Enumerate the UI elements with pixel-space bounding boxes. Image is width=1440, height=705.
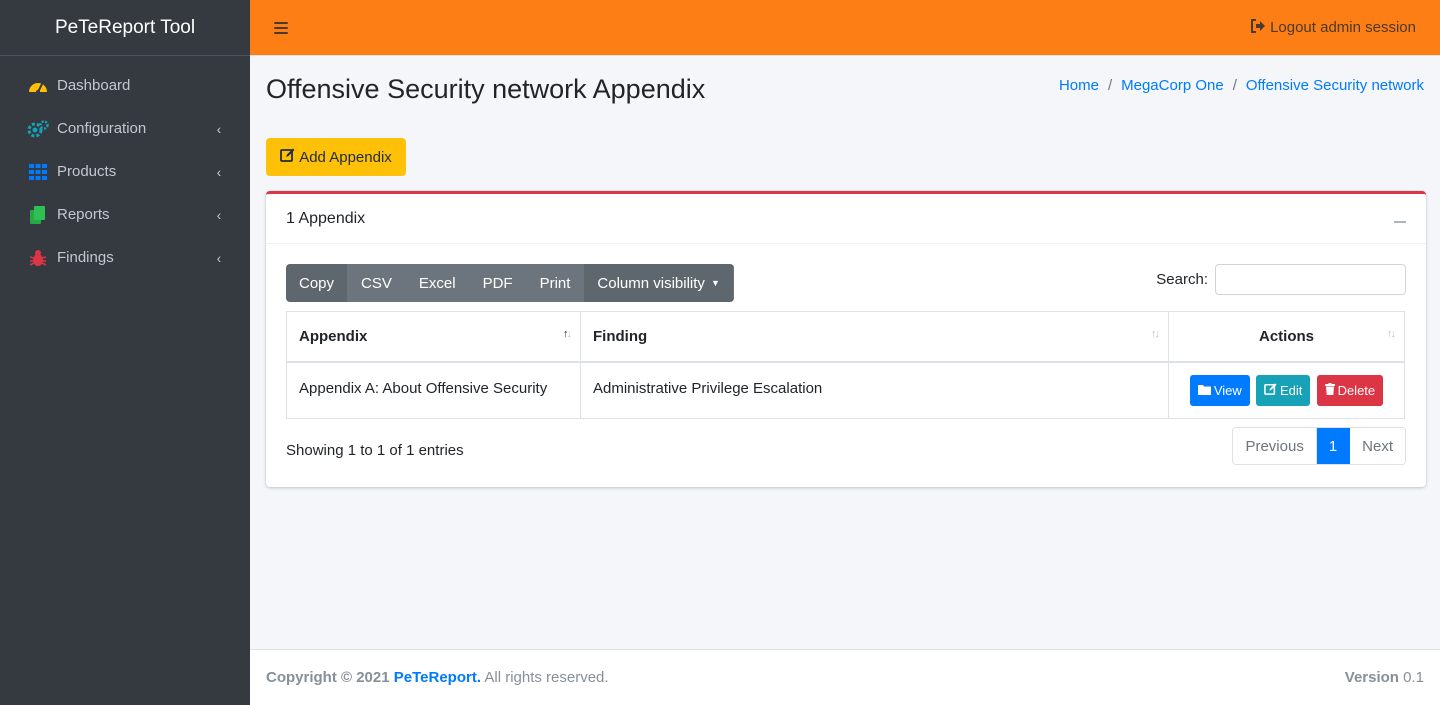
copy-button[interactable]: Copy (286, 264, 349, 302)
sidebar-item-label: Findings (57, 249, 114, 266)
main-content: Offensive Security network Appendix Home… (250, 56, 1440, 649)
print-button[interactable]: Print (526, 264, 585, 302)
sidebar-item-label: Reports (57, 206, 110, 223)
version-info: Version 0.1 (1345, 669, 1424, 686)
logout-label: Logout admin session (1270, 19, 1416, 36)
grid-icon (27, 163, 49, 181)
delete-button[interactable]: Delete (1316, 374, 1384, 406)
edit-icon (280, 148, 295, 166)
copyright-suffix: All rights reserved. (484, 669, 609, 686)
sort-icon: ↑↓ (1387, 328, 1396, 340)
chevron-left-icon: ‹ (216, 206, 222, 223)
breadcrumb-customer[interactable]: MegaCorp One (1121, 77, 1224, 94)
breadcrumb: Home / MegaCorp One / Offensive Security… (1059, 77, 1424, 94)
breadcrumb-home[interactable]: Home (1059, 77, 1099, 94)
cell-appendix: Appendix A: About Offensive Security (286, 361, 581, 419)
copy-docs-icon (27, 205, 49, 224)
sidebar-item-products[interactable]: Products ‹ (0, 150, 250, 193)
table-info: Showing 1 to 1 of 1 entries (286, 442, 464, 459)
sidebar-item-label: Configuration (57, 120, 147, 137)
logout-link[interactable]: Logout admin session (1250, 18, 1416, 37)
sidebar-item-label: Dashboard (57, 77, 131, 94)
sidebar-nav: Dashboard Configuration ‹ Products ‹ Rep… (0, 56, 250, 279)
add-appendix-label: Add Appendix (299, 148, 392, 166)
breadcrumb-separator: / (1107, 77, 1113, 94)
breadcrumb-separator: / (1232, 77, 1237, 94)
pagination: Previous 1 Next (1232, 427, 1406, 465)
pagination-page-1[interactable]: 1 (1316, 428, 1351, 464)
cell-actions: View Edit Delete (1168, 361, 1405, 419)
card-header: 1 Appendix (266, 194, 1426, 244)
card-title: 1 Appendix (286, 209, 366, 227)
pagination-next[interactable]: Next (1350, 428, 1405, 464)
csv-button[interactable]: CSV (348, 264, 406, 302)
footer-brand-link[interactable]: PeTeReport. (394, 669, 481, 686)
sign-out-icon (1250, 18, 1266, 37)
add-appendix-button[interactable]: Add Appendix (266, 138, 406, 176)
column-visibility-button[interactable]: Column visibility ▼ (584, 264, 734, 302)
dashboard-gauge-icon (27, 77, 49, 95)
copyright-prefix: Copyright © 2021 (266, 669, 390, 686)
sidebar-item-reports[interactable]: Reports ‹ (0, 193, 250, 236)
hamburger-menu-icon[interactable] (274, 21, 288, 34)
column-header-label: Appendix (299, 327, 368, 345)
page-title: Offensive Security network Appendix (266, 74, 706, 104)
view-label: View (1213, 382, 1242, 398)
table-search: Search: (1156, 264, 1406, 295)
sidebar-item-label: Products (57, 163, 117, 180)
column-header-actions[interactable]: Actions ↑↓ (1168, 311, 1405, 363)
appendix-table: Appendix ↑↓ Finding ↑↓ Actions ↑↓ Append… (286, 311, 1405, 419)
version-number: 0.1 (1403, 669, 1424, 686)
copyright: Copyright © 2021 PeTeReport. All rights … (266, 669, 609, 686)
column-header-appendix[interactable]: Appendix ↑↓ (286, 311, 581, 363)
sort-icon: ↑↓ (1151, 328, 1160, 340)
table-row: Appendix A: About Offensive Security Adm… (286, 361, 1405, 419)
collapse-minus-icon[interactable] (1394, 220, 1406, 223)
column-header-label: Finding (593, 327, 648, 345)
breadcrumb-product[interactable]: Offensive Security network (1246, 77, 1424, 94)
pagination-previous[interactable]: Previous (1233, 428, 1317, 464)
search-input[interactable] (1215, 264, 1406, 295)
footer: Copyright © 2021 PeTeReport. All rights … (250, 649, 1440, 705)
top-navbar: Logout admin session (250, 0, 1440, 56)
search-label: Search: (1156, 271, 1208, 288)
column-header-label: Actions (1258, 327, 1314, 345)
column-header-finding[interactable]: Finding ↑↓ (580, 311, 1169, 363)
chevron-left-icon: ‹ (216, 249, 222, 266)
sidebar-item-findings[interactable]: Findings ‹ (0, 236, 250, 279)
sort-asc-icon: ↑↓ (563, 328, 572, 340)
brand-title[interactable]: PeTeReport Tool (0, 0, 250, 56)
column-visibility-label: Column visibility (597, 274, 705, 292)
excel-button[interactable]: Excel (405, 264, 470, 302)
version-label: Version (1344, 669, 1399, 686)
bug-icon (27, 249, 49, 267)
edit-icon (1264, 382, 1277, 398)
trash-icon (1324, 382, 1335, 398)
edit-label: Edit (1279, 382, 1303, 398)
caret-down-icon: ▼ (710, 278, 720, 288)
edit-button[interactable]: Edit (1255, 374, 1311, 406)
chevron-left-icon: ‹ (216, 120, 222, 137)
view-button[interactable]: View (1189, 374, 1250, 406)
sidebar-item-dashboard[interactable]: Dashboard (0, 64, 250, 107)
cell-finding: Administrative Privilege Escalation (580, 361, 1169, 419)
folder-icon (1197, 383, 1211, 398)
delete-label: Delete (1337, 382, 1376, 398)
sidebar: PeTeReport Tool Dashboard Configuration … (0, 0, 250, 705)
chevron-left-icon: ‹ (216, 163, 222, 180)
export-toolbar: Copy CSV Excel PDF Print Column visibili… (286, 264, 734, 302)
cogs-icon (27, 119, 49, 138)
appendix-card: 1 Appendix Copy CSV Excel PDF Print Colu… (266, 191, 1426, 487)
pdf-button[interactable]: PDF (469, 264, 527, 302)
sidebar-item-configuration[interactable]: Configuration ‹ (0, 107, 250, 150)
